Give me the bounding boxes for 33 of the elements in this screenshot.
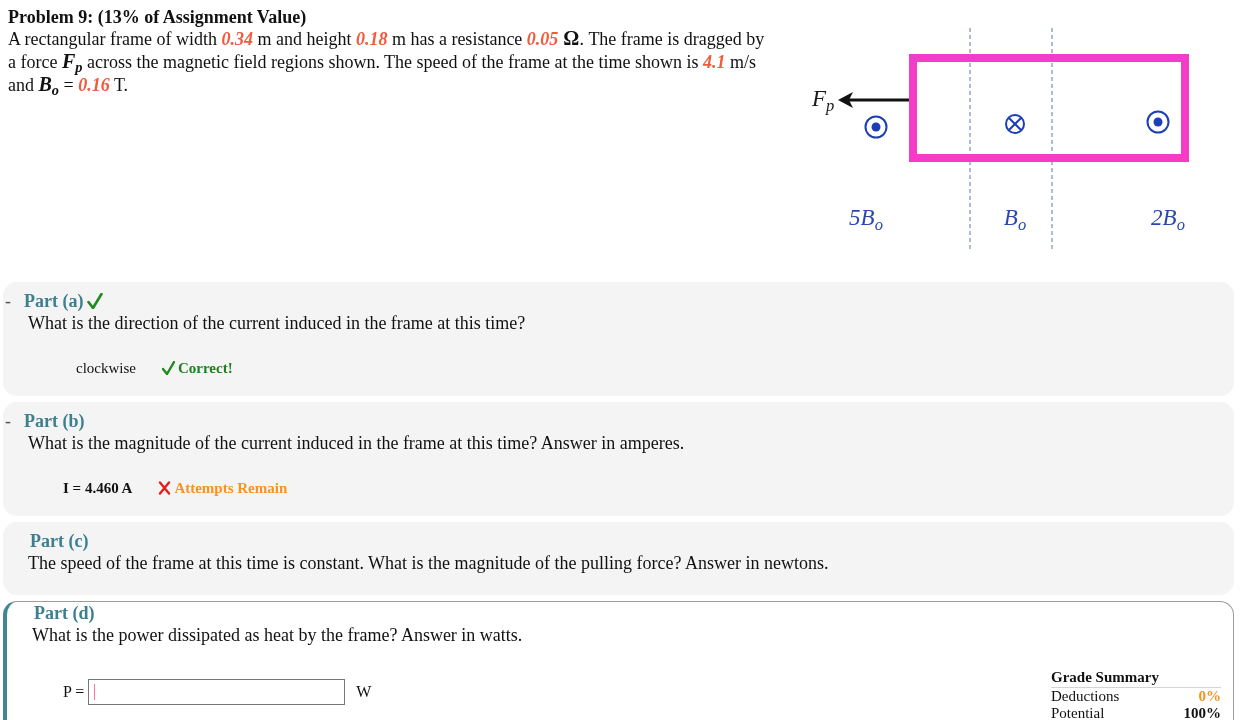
answer-text: I = 4.460 A bbox=[63, 479, 133, 498]
summary-value: 100% bbox=[1183, 705, 1221, 720]
cross-circle-icon bbox=[1005, 114, 1025, 134]
check-icon bbox=[162, 361, 175, 375]
unit-label: W bbox=[356, 682, 372, 702]
question-text: The speed of the frame at this time is constant. What is the magnitude of the pulling force? Answer in newtons. bbox=[28, 553, 830, 573]
question-text: What is the direction of the current induced in the frame at this time? bbox=[28, 313, 527, 333]
dot-circle-icon bbox=[1146, 110, 1170, 134]
cross-icon bbox=[158, 481, 172, 495]
feedback-text: Attempts Remain bbox=[174, 479, 288, 498]
dot-circle-icon bbox=[864, 115, 888, 139]
problem-statement: A rectangular frame of width 0.34 m and height 0.18 m has a resistance 0.05 Ω. The frame is dragged by a force F$_{p}$ across the magnetic field regions shown. The speed of the frame at the time shown is 4.1 m/s and B$_{o}$ = 0.16 T. bbox=[8, 27, 766, 96]
force-arrow bbox=[838, 92, 909, 108]
question-text: What is the magnitude of the current induced in the frame at this time? Answer in amperes. bbox=[28, 433, 686, 453]
part-title: Part (d) bbox=[34, 603, 95, 623]
part-title: Part (b) bbox=[24, 411, 85, 431]
field-label: B$_{o}$ bbox=[1003, 204, 1027, 232]
question-text: What is the power dissipated as heat by the frame? Answer in watts. bbox=[32, 625, 524, 645]
collapse-toggle[interactable]: - bbox=[3, 291, 24, 311]
feedback-text: Correct! bbox=[178, 359, 233, 378]
part-title: Part (a) bbox=[24, 291, 84, 311]
summary-label: Deductions bbox=[1051, 688, 1120, 705]
field-label: 2B$_{o}$ bbox=[1151, 204, 1185, 232]
summary-label: Potential bbox=[1051, 705, 1105, 720]
input-label: P = bbox=[63, 682, 85, 702]
answer-text: clockwise bbox=[76, 359, 136, 378]
field-label: 5B$_{o}$ bbox=[849, 204, 883, 232]
part-title: Part (c) bbox=[30, 531, 89, 551]
summary-value: 0% bbox=[1198, 688, 1221, 705]
collapse-toggle[interactable]: - bbox=[3, 411, 24, 431]
problem-title: Problem 9: (13% of Assignment Value) bbox=[8, 7, 308, 27]
summary-title: Grade Summary bbox=[1051, 669, 1221, 688]
answer-input[interactable] bbox=[88, 679, 346, 705]
